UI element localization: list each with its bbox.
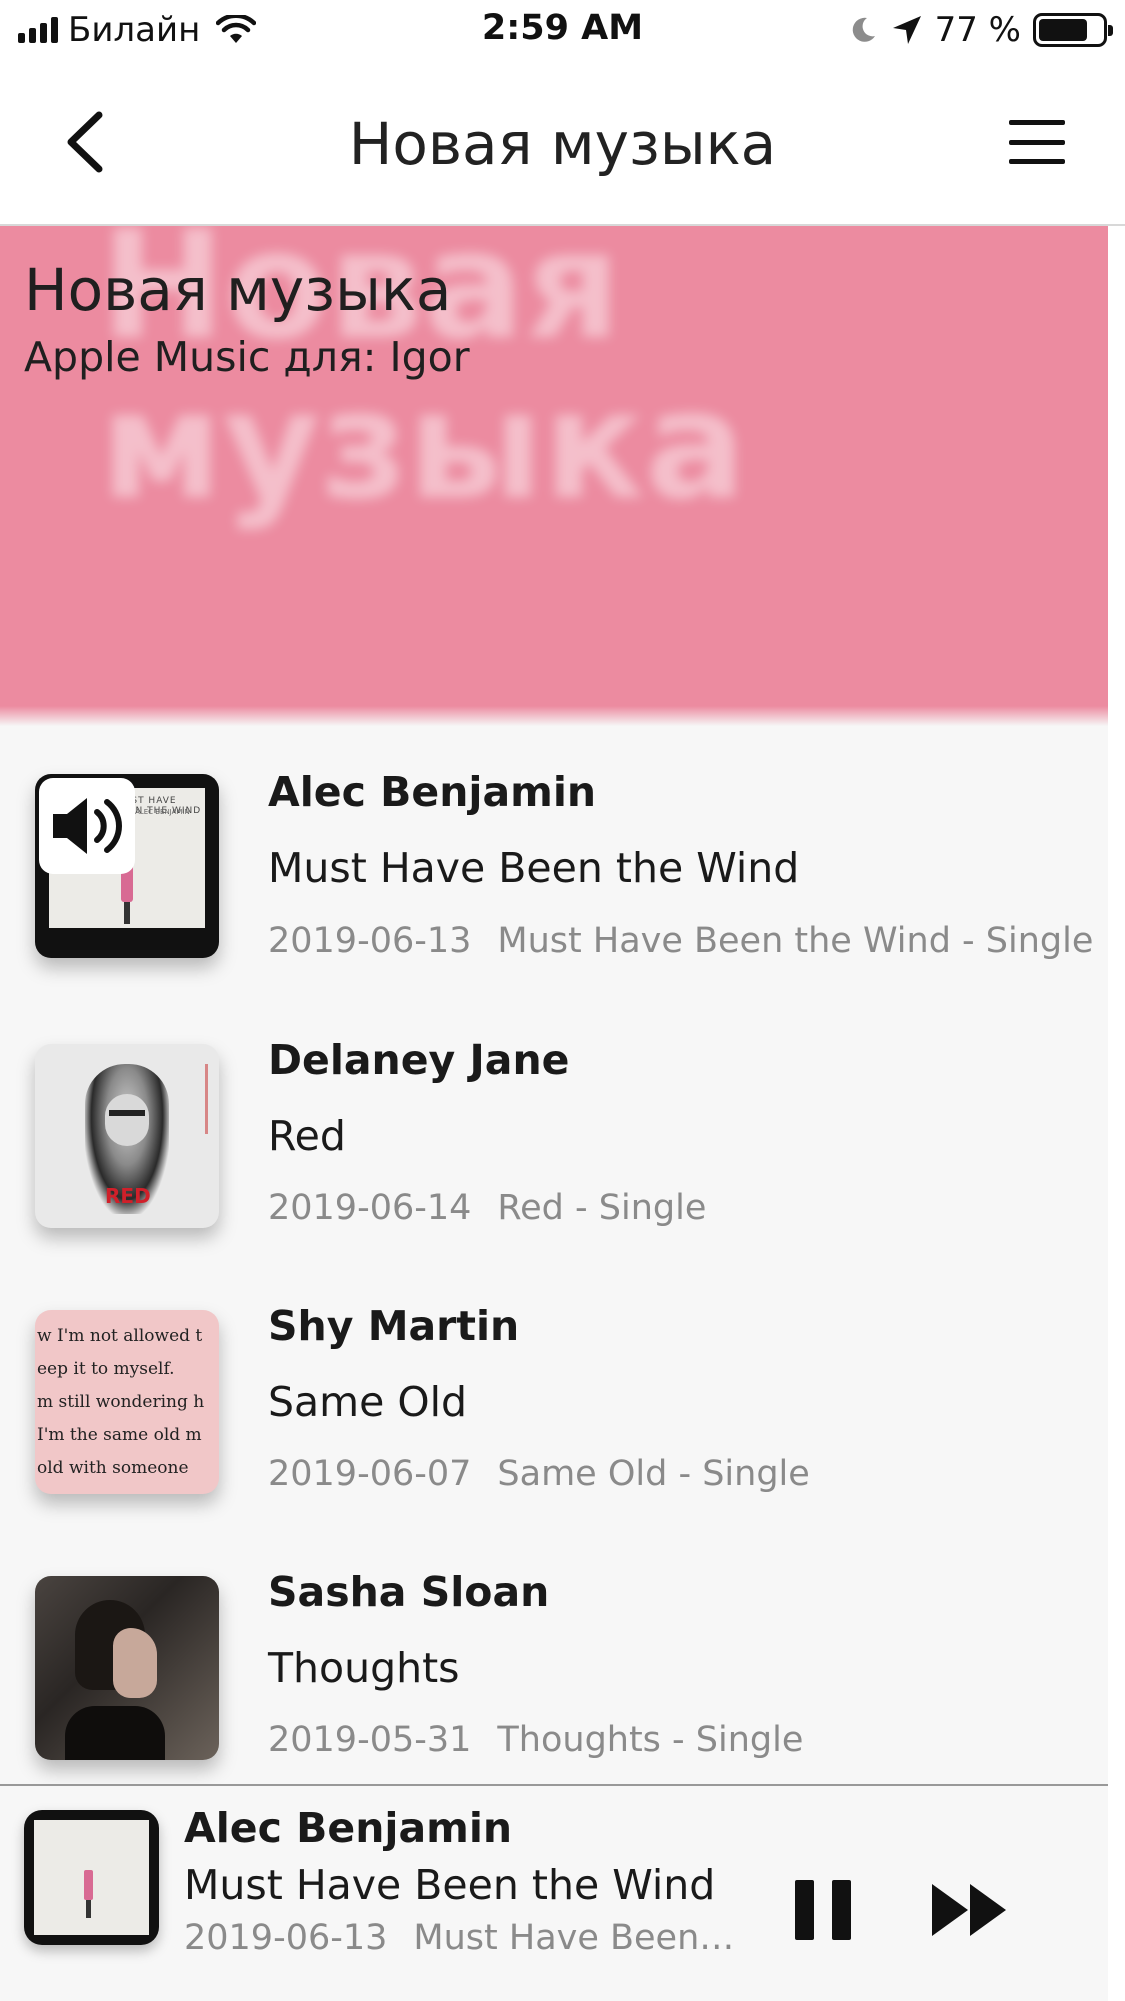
track-title: Thoughts — [268, 1644, 460, 1692]
moon-icon — [852, 17, 875, 42]
battery-icon — [1033, 13, 1113, 47]
page-title: Новая музыка — [348, 110, 777, 178]
battery-percent: 77 % — [934, 10, 1021, 50]
playlist-header: Новая музыка Новая музыка Apple Music дл… — [0, 226, 1108, 726]
fast-forward-icon[interactable] — [930, 1880, 1010, 1940]
track-artist: Sasha Sloan — [268, 1568, 550, 1616]
album-artwork — [35, 1576, 219, 1760]
track-title: Must Have Been the Wind — [268, 844, 800, 892]
artwork-text: RED — [105, 1184, 151, 1208]
track-row[interactable]: Sasha Sloan Thoughts 2019-05-31 Thoughts … — [0, 1524, 1108, 1790]
now-playing-speaker-icon — [39, 778, 135, 874]
hamburger-menu-icon[interactable] — [1009, 120, 1065, 164]
playlist-subtitle: Apple Music для: Igor — [24, 333, 470, 381]
artwork-line: old with someone — [37, 1458, 189, 1478]
track-list[interactable]: MUST HAVE BEEN THE WIND ALEC BENJAMIN Al… — [0, 726, 1108, 1784]
track-artist: Delaney Jane — [268, 1036, 570, 1084]
track-artist: Shy Martin — [268, 1302, 520, 1350]
track-date: 2019-05-31 — [268, 1720, 472, 1760]
artwork-line: I'm the same old m — [37, 1425, 202, 1445]
track-meta: 2019-06-14 Red - Single — [268, 1188, 706, 1228]
track-date: 2019-06-13 — [268, 921, 472, 961]
track-album: Must Have Been the Wind - Single — [497, 921, 1094, 961]
track-meta: 2019-06-07 Same Old - Single — [268, 1454, 810, 1494]
location-arrow-icon — [892, 16, 921, 44]
track-date: 2019-06-07 — [268, 1454, 472, 1494]
artwork-line: eep it to myself. — [37, 1359, 175, 1379]
pause-icon[interactable] — [795, 1880, 851, 1940]
player-date: 2019-06-13 — [184, 1918, 388, 1958]
playlist-title: Новая музыка — [24, 256, 452, 324]
track-date: 2019-06-14 — [268, 1188, 472, 1228]
player-artist: Alec Benjamin — [184, 1804, 513, 1852]
track-meta: 2019-06-13 Must Have Been the Wind - Sing… — [268, 921, 1093, 961]
track-artist: Alec Benjamin — [268, 768, 597, 816]
track-meta: 2019-05-31 Thoughts - Single — [268, 1720, 803, 1760]
artwork-line: m still wondering h — [37, 1392, 205, 1412]
player-artwork[interactable] — [24, 1810, 159, 1945]
track-row[interactable]: MUST HAVE BEEN THE WIND ALEC BENJAMIN Al… — [0, 726, 1108, 992]
track-row[interactable]: w I'm not allowed t eep it to myself. m … — [0, 1258, 1108, 1524]
album-artwork: MUST HAVE BEEN THE WIND ALEC BENJAMIN — [35, 774, 219, 958]
track-album: Same Old - Single — [497, 1454, 810, 1494]
track-album: Red - Single — [497, 1188, 707, 1228]
track-album: Thoughts - Single — [497, 1720, 804, 1760]
track-title: Same Old — [268, 1378, 468, 1426]
album-artwork: RED — [35, 1044, 219, 1228]
artwork-line: w I'm not allowed t — [37, 1326, 203, 1346]
status-bar: Билайн 2:59 AM 77 % — [0, 0, 1125, 62]
track-title: Red — [268, 1112, 346, 1160]
album-artwork: w I'm not allowed t eep it to myself. m … — [35, 1310, 219, 1494]
track-row[interactable]: RED Delaney Jane Red 2019-06-14 Red - Sin… — [0, 992, 1108, 1258]
player-title: Must Have Been the Wind — [184, 1861, 716, 1909]
nav-bar: Новая музыка — [0, 62, 1125, 226]
mini-player[interactable]: Alec Benjamin Must Have Been the Wind 20… — [0, 1784, 1108, 2001]
player-meta: 2019-06-13 Must Have Been th... — [184, 1918, 744, 1958]
artwork-subtext: ALEC BENJAMIN — [135, 808, 190, 816]
player-album: Must Have Been th... — [413, 1918, 744, 1958]
